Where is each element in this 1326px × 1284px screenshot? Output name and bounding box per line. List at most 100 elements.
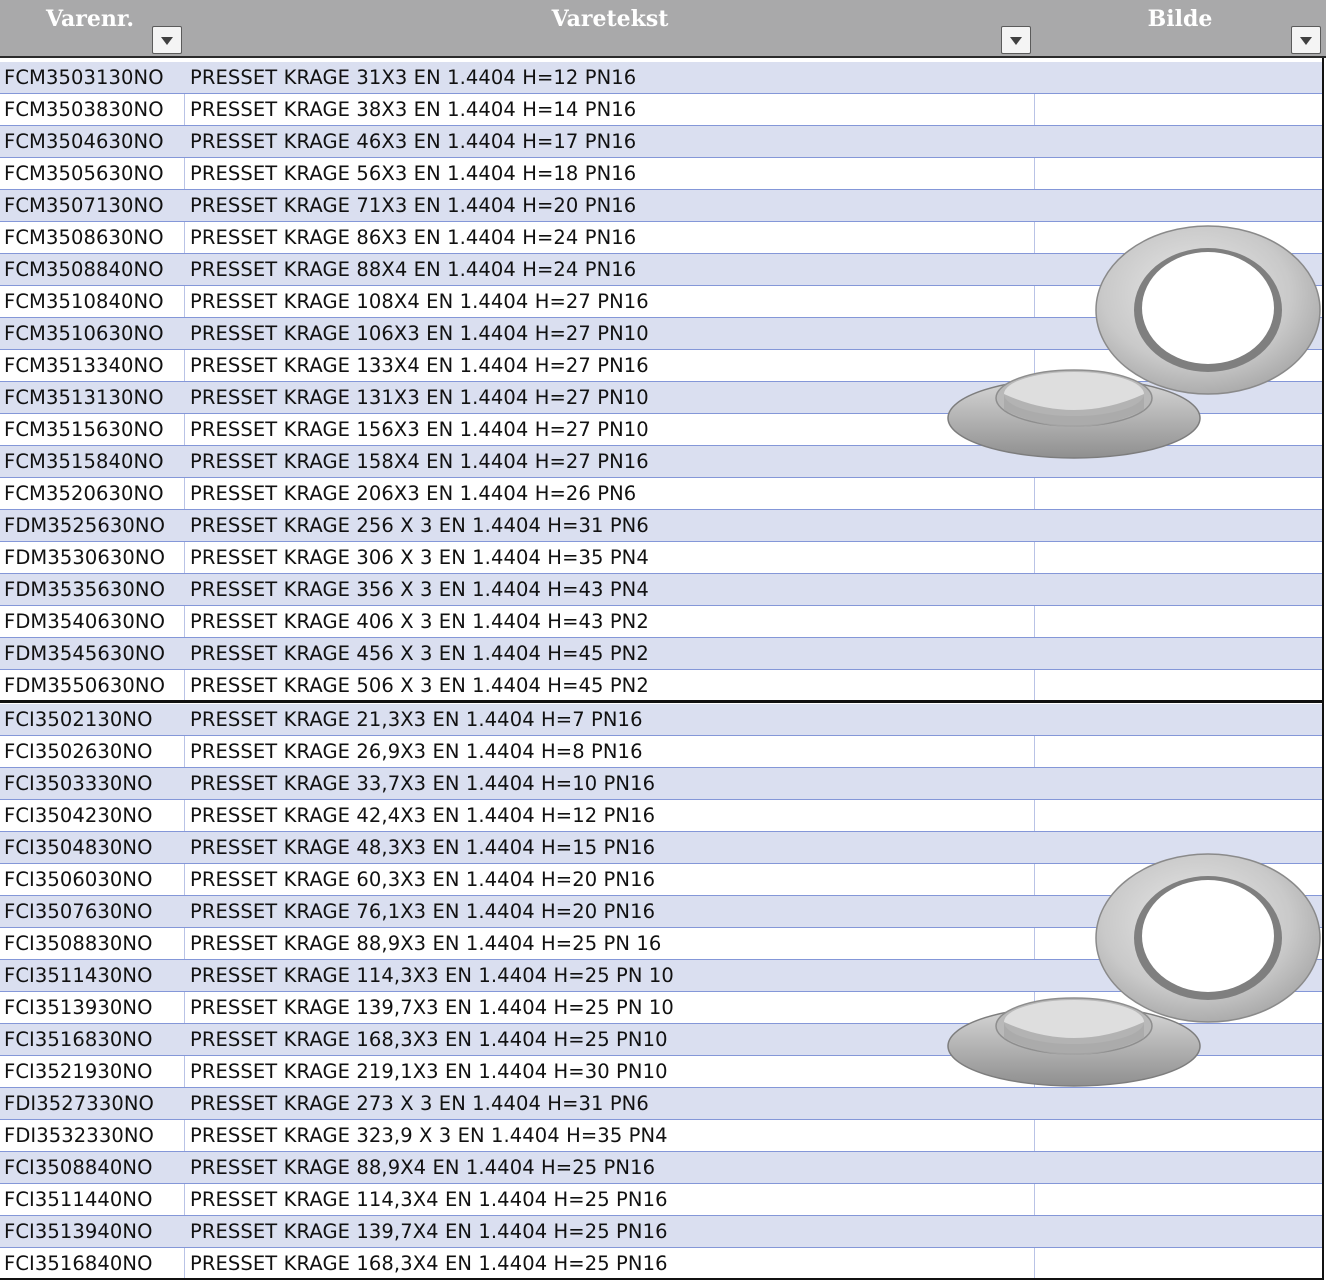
table-row[interactable]: FDM3550630NO PRESSET KRAGE 506 X 3 EN 1.4… (0, 670, 1322, 702)
description-cell[interactable]: PRESSET KRAGE 76,1X3 EN 1.4404 H=20 PN16 (190, 896, 1030, 927)
item-number-cell[interactable]: FCI3516830NO (4, 1024, 182, 1055)
description-cell[interactable]: PRESSET KRAGE 86X3 EN 1.4404 H=24 PN16 (190, 222, 1030, 253)
description-cell[interactable]: PRESSET KRAGE 114,3X3 EN 1.4404 H=25 PN … (190, 960, 1030, 991)
table-row[interactable]: FDI3527330NO PRESSET KRAGE 273 X 3 EN 1.4… (0, 1088, 1322, 1120)
table-row[interactable]: FDM3535630NO PRESSET KRAGE 356 X 3 EN 1.4… (0, 574, 1322, 606)
description-cell[interactable]: PRESSET KRAGE 42,4X3 EN 1.4404 H=12 PN16 (190, 800, 1030, 831)
item-number-cell[interactable]: FCI3521930NO (4, 1056, 182, 1087)
item-number-cell[interactable]: FDM3550630NO (4, 670, 182, 701)
table-row[interactable]: FCI3516840NO PRESSET KRAGE 168,3X4 EN 1.4… (0, 1248, 1322, 1280)
filter-dropdown-icon[interactable] (152, 26, 182, 54)
item-number-cell[interactable]: FCI3502130NO (4, 704, 182, 735)
item-number-cell[interactable]: FCI3506030NO (4, 864, 182, 895)
description-cell[interactable]: PRESSET KRAGE 26,9X3 EN 1.4404 H=8 PN16 (190, 736, 1030, 767)
table-row[interactable]: FCI3511440NO PRESSET KRAGE 114,3X4 EN 1.4… (0, 1184, 1322, 1216)
table-row[interactable]: FCI3513940NO PRESSET KRAGE 139,7X4 EN 1.4… (0, 1216, 1322, 1248)
description-cell[interactable]: PRESSET KRAGE 46X3 EN 1.4404 H=17 PN16 (190, 126, 1030, 157)
item-number-cell[interactable]: FDM3525630NO (4, 510, 182, 541)
item-number-cell[interactable]: FCI3513940NO (4, 1216, 182, 1247)
item-number-cell[interactable]: FCM3503130NO (4, 62, 182, 93)
description-cell[interactable]: PRESSET KRAGE 88,9X4 EN 1.4404 H=25 PN16 (190, 1152, 1030, 1183)
description-cell[interactable]: PRESSET KRAGE 31X3 EN 1.4404 H=12 PN16 (190, 62, 1030, 93)
item-number-cell[interactable]: FDM3540630NO (4, 606, 182, 637)
item-number-cell[interactable]: FCM3507130NO (4, 190, 182, 221)
table-row[interactable]: FCI3502630NO PRESSET KRAGE 26,9X3 EN 1.44… (0, 736, 1322, 768)
table-row[interactable]: FCI3504230NO PRESSET KRAGE 42,4X3 EN 1.44… (0, 800, 1322, 832)
description-cell[interactable]: PRESSET KRAGE 273 X 3 EN 1.4404 H=31 PN6 (190, 1088, 1030, 1119)
item-number-cell[interactable]: FCI3503330NO (4, 768, 182, 799)
description-cell[interactable]: PRESSET KRAGE 38X3 EN 1.4404 H=14 PN16 (190, 94, 1030, 125)
item-number-cell[interactable]: FCM3510840NO (4, 286, 182, 317)
table-row[interactable]: FDM3525630NO PRESSET KRAGE 256 X 3 EN 1.4… (0, 510, 1322, 542)
table-row[interactable]: FCM3504630NO PRESSET KRAGE 46X3 EN 1.4404… (0, 126, 1322, 158)
item-number-cell[interactable]: FCM3520630NO (4, 478, 182, 509)
item-number-cell[interactable]: FCI3502630NO (4, 736, 182, 767)
item-number-cell[interactable]: FCI3508840NO (4, 1152, 182, 1183)
description-cell[interactable]: PRESSET KRAGE 206X3 EN 1.4404 H=26 PN6 (190, 478, 1030, 509)
table-row[interactable]: FCI3508840NO PRESSET KRAGE 88,9X4 EN 1.44… (0, 1152, 1322, 1184)
item-number-cell[interactable]: FCM3508840NO (4, 254, 182, 285)
header-description[interactable]: Varetekst (190, 0, 1030, 56)
description-cell[interactable]: PRESSET KRAGE 131X3 EN 1.4404 H=27 PN10 (190, 382, 1030, 413)
item-number-cell[interactable]: FCM3503830NO (4, 94, 182, 125)
table-row[interactable]: FCI3503330NO PRESSET KRAGE 33,7X3 EN 1.44… (0, 768, 1322, 800)
description-cell[interactable]: PRESSET KRAGE 21,3X3 EN 1.4404 H=7 PN16 (190, 704, 1030, 735)
filter-dropdown-icon[interactable] (1001, 26, 1031, 54)
table-row[interactable]: FCM3507130NO PRESSET KRAGE 71X3 EN 1.4404… (0, 190, 1322, 222)
item-number-cell[interactable]: FCI3504830NO (4, 832, 182, 863)
description-cell[interactable]: PRESSET KRAGE 139,7X3 EN 1.4404 H=25 PN … (190, 992, 1030, 1023)
description-cell[interactable]: PRESSET KRAGE 71X3 EN 1.4404 H=20 PN16 (190, 190, 1030, 221)
description-cell[interactable]: PRESSET KRAGE 306 X 3 EN 1.4404 H=35 PN4 (190, 542, 1030, 573)
description-cell[interactable]: PRESSET KRAGE 60,3X3 EN 1.4404 H=20 PN16 (190, 864, 1030, 895)
table-row[interactable]: FDM3530630NO PRESSET KRAGE 306 X 3 EN 1.4… (0, 542, 1322, 574)
description-cell[interactable]: PRESSET KRAGE 168,3X3 EN 1.4404 H=25 PN1… (190, 1024, 1030, 1055)
table-row[interactable]: FCM3503830NO PRESSET KRAGE 38X3 EN 1.4404… (0, 94, 1322, 126)
description-cell[interactable]: PRESSET KRAGE 114,3X4 EN 1.4404 H=25 PN1… (190, 1184, 1030, 1215)
description-cell[interactable]: PRESSET KRAGE 323,9 X 3 EN 1.4404 H=35 P… (190, 1120, 1030, 1151)
description-cell[interactable]: PRESSET KRAGE 48,3X3 EN 1.4404 H=15 PN16 (190, 832, 1030, 863)
description-cell[interactable]: PRESSET KRAGE 219,1X3 EN 1.4404 H=30 PN1… (190, 1056, 1030, 1087)
item-number-cell[interactable]: FCI3507630NO (4, 896, 182, 927)
header-image[interactable]: Bilde (1036, 0, 1324, 56)
description-cell[interactable]: PRESSET KRAGE 356 X 3 EN 1.4404 H=43 PN4 (190, 574, 1030, 605)
description-cell[interactable]: PRESSET KRAGE 456 X 3 EN 1.4404 H=45 PN2 (190, 638, 1030, 669)
description-cell[interactable]: PRESSET KRAGE 506 X 3 EN 1.4404 H=45 PN2 (190, 670, 1030, 701)
table-row[interactable]: FCM3503130NO PRESSET KRAGE 31X3 EN 1.4404… (0, 62, 1322, 94)
item-number-cell[interactable]: FCI3516840NO (4, 1248, 182, 1279)
item-number-cell[interactable]: FCI3513930NO (4, 992, 182, 1023)
item-number-cell[interactable]: FDM3530630NO (4, 542, 182, 573)
description-cell[interactable]: PRESSET KRAGE 56X3 EN 1.4404 H=18 PN16 (190, 158, 1030, 189)
description-cell[interactable]: PRESSET KRAGE 133X4 EN 1.4404 H=27 PN16 (190, 350, 1030, 381)
description-cell[interactable]: PRESSET KRAGE 156X3 EN 1.4404 H=27 PN10 (190, 414, 1030, 445)
table-row[interactable]: FCM3520630NO PRESSET KRAGE 206X3 EN 1.440… (0, 478, 1322, 510)
description-cell[interactable]: PRESSET KRAGE 139,7X4 EN 1.4404 H=25 PN1… (190, 1216, 1030, 1247)
item-number-cell[interactable]: FCI3504230NO (4, 800, 182, 831)
item-number-cell[interactable]: FDI3527330NO (4, 1088, 182, 1119)
item-number-cell[interactable]: FCM3510630NO (4, 318, 182, 349)
table-row[interactable]: FDM3540630NO PRESSET KRAGE 406 X 3 EN 1.4… (0, 606, 1322, 638)
description-cell[interactable]: PRESSET KRAGE 88X4 EN 1.4404 H=24 PN16 (190, 254, 1030, 285)
description-cell[interactable]: PRESSET KRAGE 168,3X4 EN 1.4404 H=25 PN1… (190, 1248, 1030, 1279)
item-number-cell[interactable]: FCM3504630NO (4, 126, 182, 157)
item-number-cell[interactable]: FDM3535630NO (4, 574, 182, 605)
item-number-cell[interactable]: FCM3513340NO (4, 350, 182, 381)
item-number-cell[interactable]: FCM3515840NO (4, 446, 182, 477)
table-row[interactable]: FCM3505630NO PRESSET KRAGE 56X3 EN 1.4404… (0, 158, 1322, 190)
item-number-cell[interactable]: FCM3513130NO (4, 382, 182, 413)
description-cell[interactable]: PRESSET KRAGE 108X4 EN 1.4404 H=27 PN16 (190, 286, 1030, 317)
item-number-cell[interactable]: FCI3508830NO (4, 928, 182, 959)
item-number-cell[interactable]: FDI3532330NO (4, 1120, 182, 1151)
description-cell[interactable]: PRESSET KRAGE 158X4 EN 1.4404 H=27 PN16 (190, 446, 1030, 477)
description-cell[interactable]: PRESSET KRAGE 106X3 EN 1.4404 H=27 PN10 (190, 318, 1030, 349)
item-number-cell[interactable]: FCM3515630NO (4, 414, 182, 445)
filter-dropdown-icon[interactable] (1291, 26, 1321, 54)
table-row[interactable]: FDM3545630NO PRESSET KRAGE 456 X 3 EN 1.4… (0, 638, 1322, 670)
table-row[interactable]: FCI3502130NO PRESSET KRAGE 21,3X3 EN 1.44… (0, 704, 1322, 736)
description-cell[interactable]: PRESSET KRAGE 256 X 3 EN 1.4404 H=31 PN6 (190, 510, 1030, 541)
description-cell[interactable]: PRESSET KRAGE 33,7X3 EN 1.4404 H=10 PN16 (190, 768, 1030, 799)
description-cell[interactable]: PRESSET KRAGE 88,9X3 EN 1.4404 H=25 PN 1… (190, 928, 1030, 959)
item-number-cell[interactable]: FCI3511430NO (4, 960, 182, 991)
item-number-cell[interactable]: FCM3505630NO (4, 158, 182, 189)
table-row[interactable]: FDI3532330NO PRESSET KRAGE 323,9 X 3 EN 1… (0, 1120, 1322, 1152)
description-cell[interactable]: PRESSET KRAGE 406 X 3 EN 1.4404 H=43 PN2 (190, 606, 1030, 637)
